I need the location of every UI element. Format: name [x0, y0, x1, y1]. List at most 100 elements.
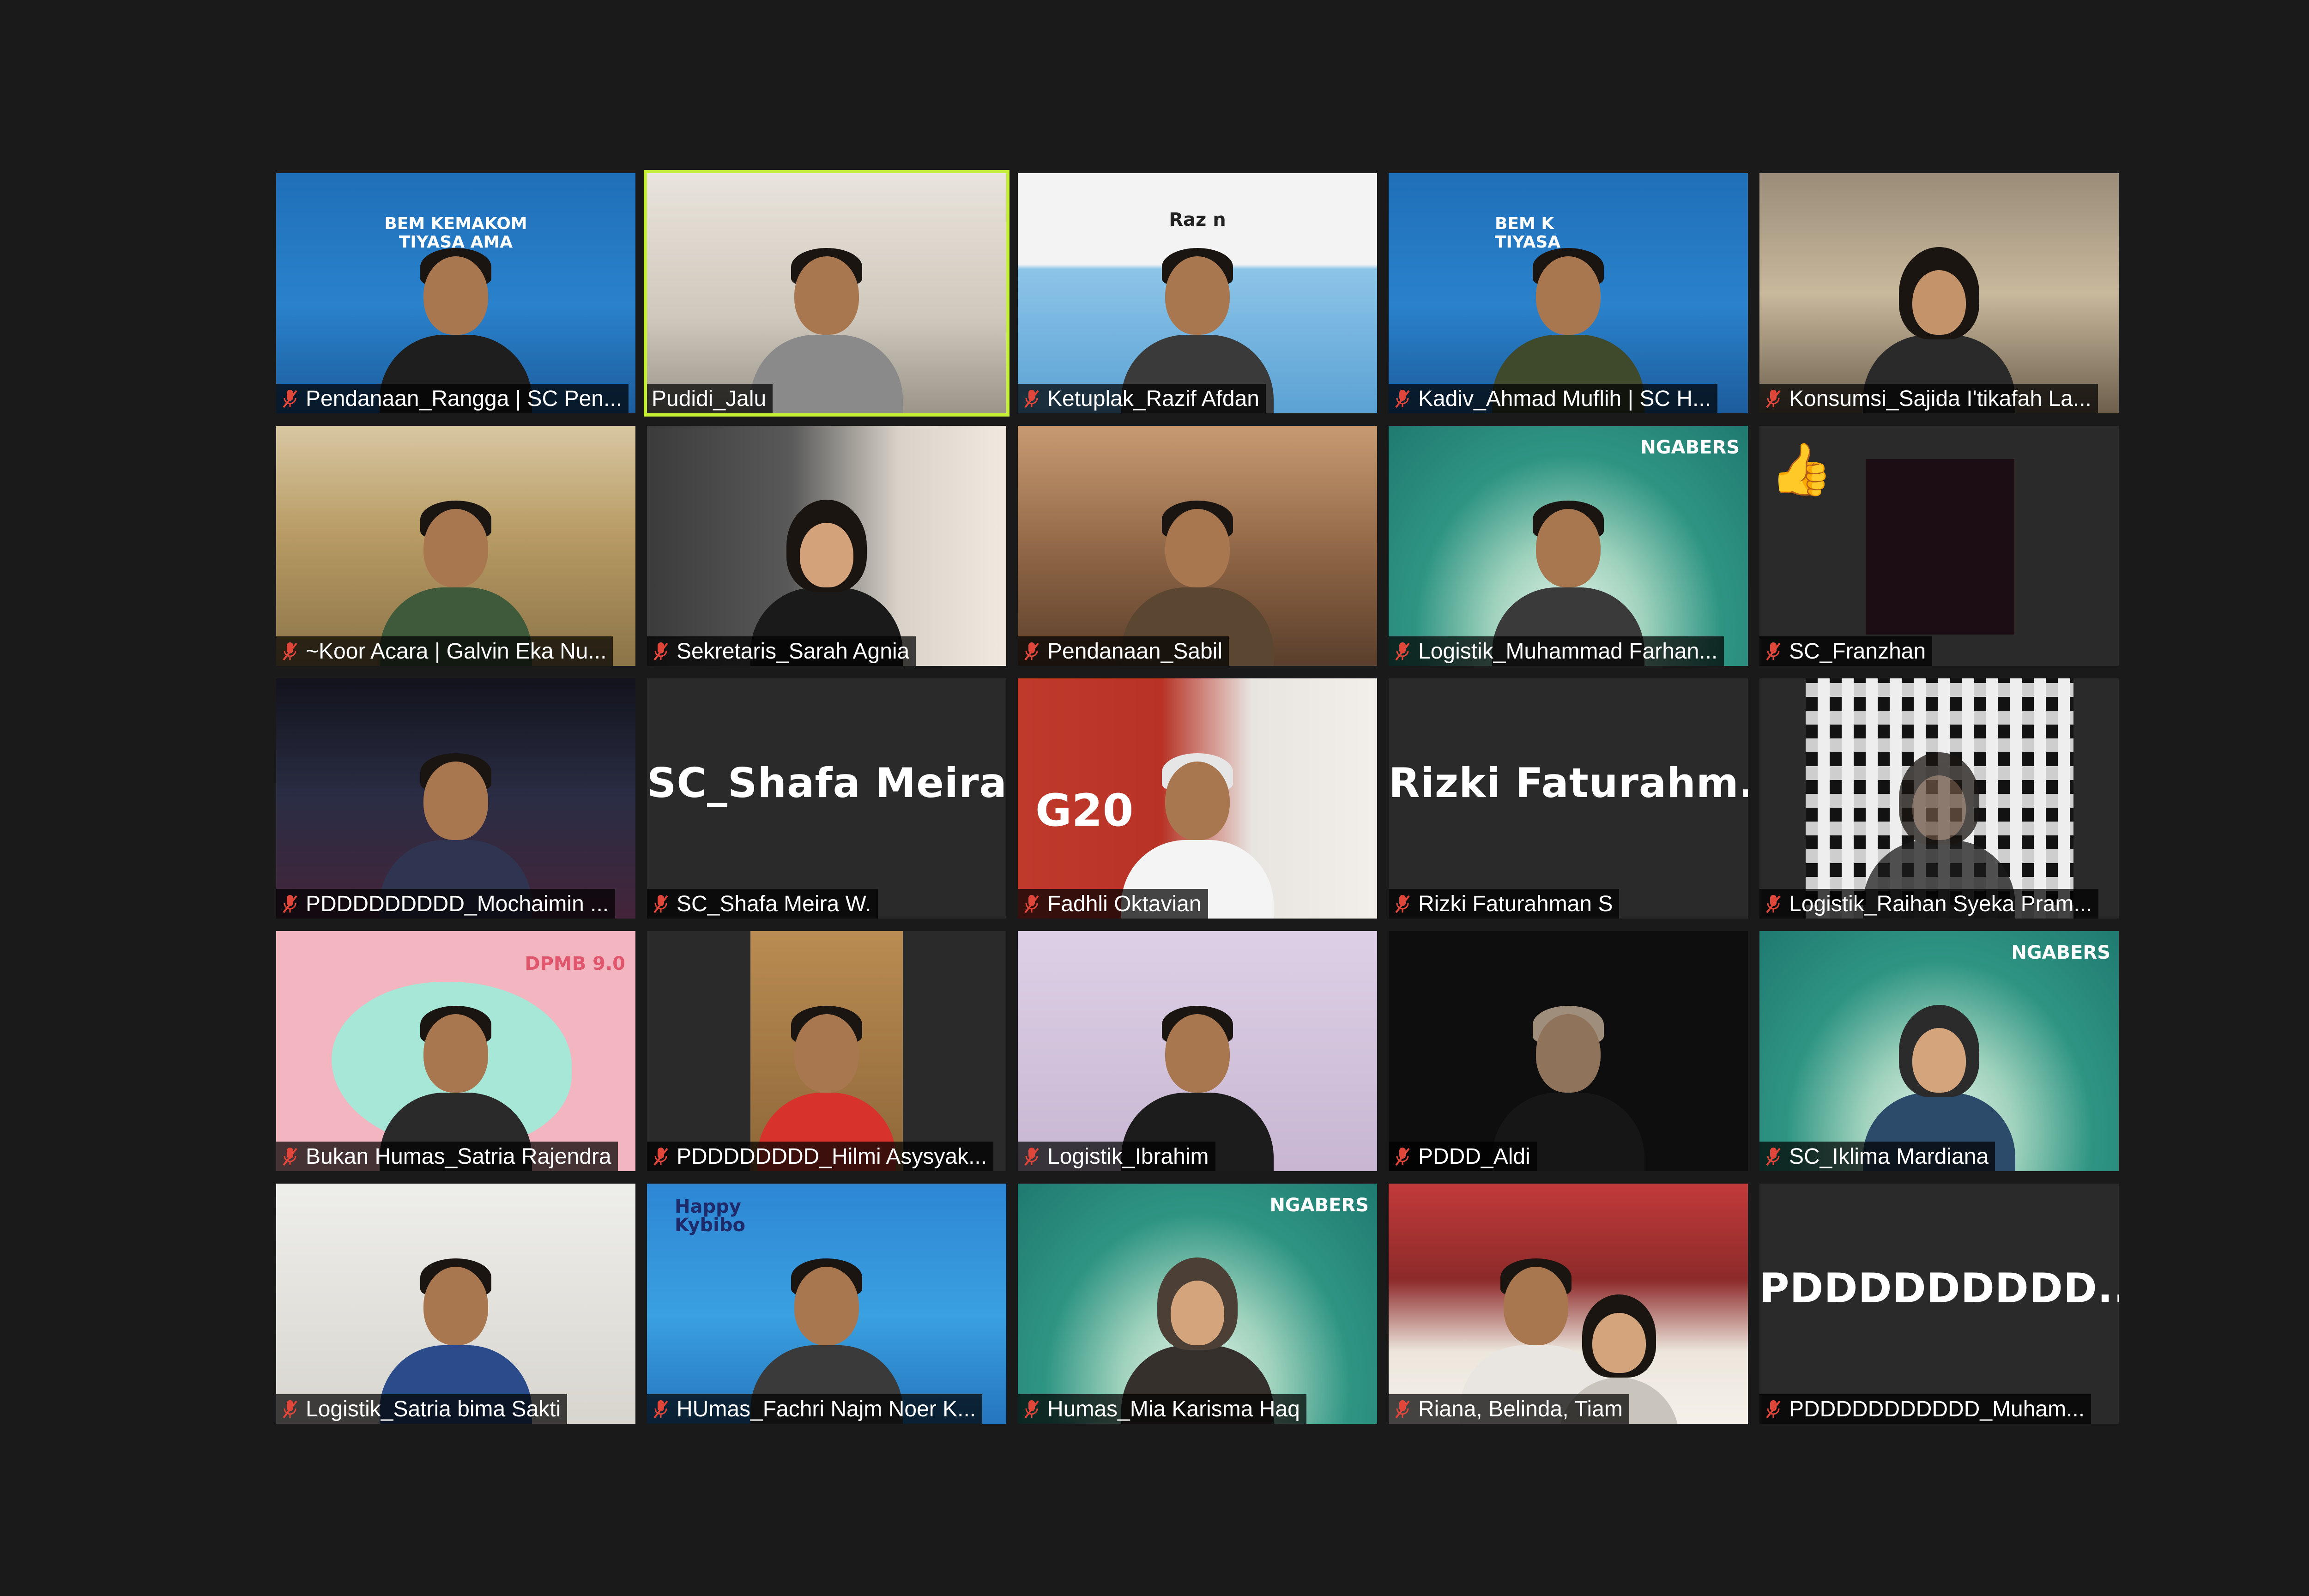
muted-mic-icon [1766, 1148, 1781, 1166]
participant-name-label: Riana, Belinda, Tiam [1389, 1394, 1629, 1424]
muted-mic-icon [653, 1400, 668, 1419]
participant-name: Ketuplak_Razif Afdan [1047, 386, 1259, 411]
participant-name-label: Kadiv_Ahmad Muflih | SC H... [1389, 384, 1718, 413]
participant-tile[interactable]: BEM KEMAKOM TIYASA AMA Pendanaan_Rangga … [276, 173, 635, 413]
participant-tile-active-speaker[interactable]: Pudidi_Jalu [644, 170, 1009, 417]
participant-tile[interactable]: BEM K TIYASA Kadiv_Ahmad Muflih | SC H..… [1389, 173, 1748, 413]
participant-name-label: PDDDDDDDD_Hilmi Asysyak... [647, 1142, 994, 1171]
muted-mic-icon [1395, 642, 1410, 661]
zoom-gallery-view: BEM KEMAKOM TIYASA AMA Pendanaan_Rangga … [0, 0, 2309, 1596]
participant-name: Kadiv_Ahmad Muflih | SC H... [1418, 386, 1711, 411]
participant-name-label: PDDD_Aldi [1389, 1142, 1537, 1171]
participant-display-name: Rizki Faturahm... [1389, 759, 1748, 807]
participant-name-label: Rizki Faturahman S [1389, 889, 1620, 919]
participant-name: Humas_Mia Karisma Haq [1047, 1396, 1300, 1421]
participant-tile-video-off[interactable]: PDDDDDDDDD... PDDDDDDDDDDD_Muham... [1759, 1184, 2119, 1424]
muted-mic-icon [283, 642, 297, 661]
participant-video [750, 238, 903, 413]
participant-tile-video-off[interactable]: Rizki Faturahm... Rizki Faturahman S [1389, 678, 1748, 919]
participant-name: Pendanaan_Sabil [1047, 639, 1223, 664]
participant-name: Bukan Humas_Satria Rajendra [306, 1144, 611, 1169]
muted-mic-icon [1766, 1400, 1781, 1419]
participant-name: Rizki Faturahman S [1418, 891, 1613, 916]
participant-name: Fadhli Oktavian [1047, 891, 1202, 916]
muted-mic-icon [1395, 390, 1410, 408]
participant-tile-video-off[interactable]: SC_Shafa Meira... SC_Shafa Meira W. [647, 678, 1006, 919]
virtual-background-banner: NGABERS [1640, 437, 1740, 458]
muted-mic-icon [1395, 1148, 1410, 1166]
participant-name: Pudidi_Jalu [652, 386, 767, 411]
participant-name: Riana, Belinda, Tiam [1418, 1396, 1623, 1421]
participant-name: Logistik_Raihan Syeka Pram... [1789, 891, 2092, 916]
muted-mic-icon [1766, 895, 1781, 913]
participant-name: PDDD_Aldi [1418, 1144, 1530, 1169]
participant-tile[interactable]: NGABERS Humas_Mia Karisma Haq [1018, 1184, 1377, 1424]
participant-tile[interactable]: Konsumsi_Sajida I'tikafah La... [1759, 173, 2119, 413]
muted-mic-icon [653, 895, 668, 913]
participant-grid: BEM KEMAKOM TIYASA AMA Pendanaan_Rangga … [276, 170, 2119, 1425]
participant-tile[interactable]: Sekretaris_Sarah Agnia [647, 426, 1006, 666]
participant-name: PDDDDDDDD_Hilmi Asysyak... [677, 1144, 987, 1169]
participant-name-label: Humas_Mia Karisma Haq [1018, 1394, 1306, 1424]
participant-name: Pendanaan_Rangga | SC Pen... [306, 386, 622, 411]
participant-name-label: PDDDDDDDDDDD_Muham... [1759, 1394, 2091, 1424]
participant-name: Logistik_Satria bima Sakti [306, 1396, 561, 1421]
participant-tile[interactable]: Raz n Ketuplak_Razif Afdan [1018, 173, 1377, 413]
participant-name: Konsumsi_Sajida I'tikafah La... [1789, 386, 2091, 411]
participant-name-label: Ketuplak_Razif Afdan [1018, 384, 1266, 413]
virtual-background-banner: NGABERS [1269, 1195, 1369, 1216]
participant-tile[interactable]: PDDDDDDDDD_Mochaimin ... [276, 678, 635, 919]
participant-name: PDDDDDDDDD_Mochaimin ... [306, 891, 609, 916]
participant-name: SC_Franzhan [1789, 639, 1926, 664]
participant-name-label: Logistik_Ibrahim [1018, 1142, 1215, 1171]
participant-name-label: SC_Shafa Meira W. [647, 889, 878, 919]
participant-tile[interactable]: Happy Kybibo HUmas_Fachri Najm Noer K... [647, 1184, 1006, 1424]
participant-name: Logistik_Muhammad Farhan... [1418, 639, 1718, 664]
participant-name-label: Logistik_Muhammad Farhan... [1389, 636, 1724, 666]
participant-name-label: HUmas_Fachri Najm Noer K... [647, 1394, 983, 1424]
muted-mic-icon [1024, 1148, 1039, 1166]
muted-mic-icon [1395, 1400, 1410, 1419]
participant-name-label: Logistik_Satria bima Sakti [276, 1394, 568, 1424]
muted-mic-icon [1766, 390, 1781, 408]
participant-tile[interactable]: DPMB 9.0 Bukan Humas_Satria Rajendra [276, 931, 635, 1171]
participant-tile[interactable]: Riana, Belinda, Tiam [1389, 1184, 1748, 1424]
participant-tile[interactable]: 👍 SC_Franzhan [1759, 426, 2119, 666]
participant-tile[interactable]: NGABERS Logistik_Muhammad Farhan... [1389, 426, 1748, 666]
participant-name: Sekretaris_Sarah Agnia [677, 639, 910, 664]
participant-name-label: PDDDDDDDDD_Mochaimin ... [276, 889, 616, 919]
muted-mic-icon [1024, 1400, 1039, 1419]
participant-tile[interactable]: Logistik_Ibrahim [1018, 931, 1377, 1171]
muted-mic-icon [653, 1148, 668, 1166]
muted-mic-icon [1395, 895, 1410, 913]
participant-tile[interactable]: PDDDDDDDD_Hilmi Asysyak... [647, 931, 1006, 1171]
participant-name-label: ~Koor Acara | Galvin Eka Nu... [276, 636, 613, 666]
participant-tile[interactable]: Logistik_Satria bima Sakti [276, 1184, 635, 1424]
muted-mic-icon [1766, 642, 1781, 661]
virtual-background-banner: Raz n [1169, 209, 1226, 230]
participant-name-label: Pudidi_Jalu [647, 384, 773, 413]
participant-tile[interactable]: ~Koor Acara | Galvin Eka Nu... [276, 426, 635, 666]
muted-mic-icon [1024, 390, 1039, 408]
participant-tile[interactable]: PDDD_Aldi [1389, 931, 1748, 1171]
muted-mic-icon [283, 1148, 297, 1166]
participant-name: HUmas_Fachri Najm Noer K... [677, 1396, 976, 1421]
participant-name-label: Sekretaris_Sarah Agnia [647, 636, 916, 666]
participant-name: PDDDDDDDDDDD_Muham... [1789, 1396, 2085, 1421]
participant-name-label: Logistik_Raihan Syeka Pram... [1759, 889, 2099, 919]
participant-tile[interactable]: G20 Fadhli Oktavian [1018, 678, 1377, 919]
participant-tile[interactable]: Logistik_Raihan Syeka Pram... [1759, 678, 2119, 919]
participant-name-label: Pendanaan_Sabil [1018, 636, 1229, 666]
participant-name: SC_Iklima Mardiana [1789, 1144, 1989, 1169]
participant-tile[interactable]: NGABERS SC_Iklima Mardiana [1759, 931, 2119, 1171]
muted-mic-icon [1024, 895, 1039, 913]
muted-mic-icon [1024, 642, 1039, 661]
participant-tile[interactable]: Pendanaan_Sabil [1018, 426, 1377, 666]
muted-mic-icon [283, 1400, 297, 1419]
participant-name: SC_Shafa Meira W. [677, 891, 871, 916]
participant-name: Logistik_Ibrahim [1047, 1144, 1209, 1169]
virtual-background-banner: G20 [1035, 785, 1134, 836]
participant-display-name: PDDDDDDDDD... [1759, 1264, 2119, 1312]
muted-mic-icon [283, 390, 297, 408]
muted-mic-icon [283, 895, 297, 913]
